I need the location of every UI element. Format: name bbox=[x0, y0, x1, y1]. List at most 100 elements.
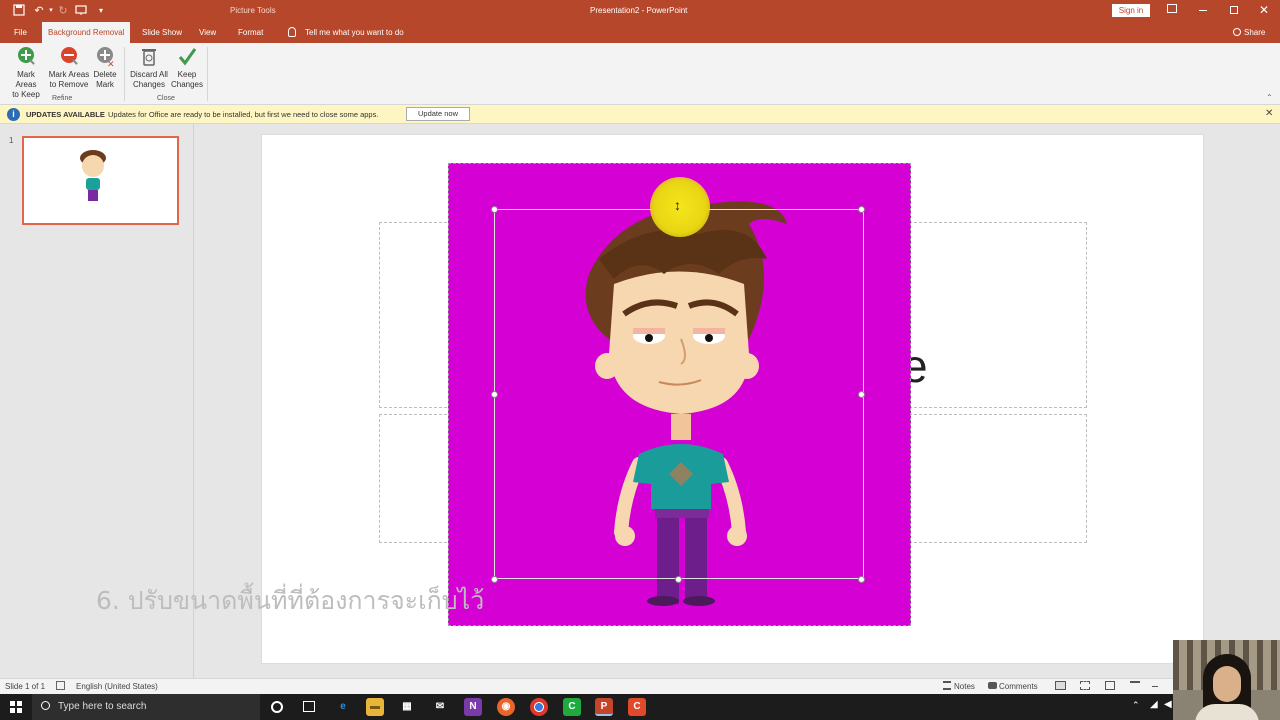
svg-text:✕: ✕ bbox=[107, 60, 115, 68]
resize-handle[interactable] bbox=[491, 391, 498, 398]
windows-taskbar: Type here to search e ▬ ▦ ✉ N ◉ C P C ⌃ … bbox=[0, 694, 1280, 720]
keep-changes-button[interactable]: Keep Changes bbox=[170, 46, 204, 90]
customize-toolbar-icon[interactable]: ▾ bbox=[94, 4, 108, 18]
group-separator bbox=[124, 47, 125, 101]
show-hidden-icons-icon[interactable]: ⌃ bbox=[1132, 700, 1140, 711]
camtasia-green-icon[interactable]: C bbox=[563, 698, 581, 716]
ribbon-tabs: File Background Removal Slide Show View … bbox=[0, 22, 1280, 43]
file-explorer-icon[interactable]: ▬ bbox=[366, 698, 384, 716]
tab-view[interactable]: View bbox=[193, 22, 222, 43]
onenote-icon[interactable]: N bbox=[464, 698, 482, 716]
save-icon[interactable] bbox=[12, 4, 26, 18]
slide-canvas[interactable]: e ↕ 6. ปรับขนาดพื้นที่ที่ต้องการจะเก็บไว… bbox=[96, 134, 1204, 664]
edge-icon[interactable]: e bbox=[334, 698, 352, 716]
language-indicator[interactable]: English (United States) bbox=[76, 682, 158, 691]
info-icon: i bbox=[7, 108, 20, 121]
share-button[interactable]: Share bbox=[1238, 22, 1271, 43]
notification-message: Updates for Office are ready to be insta… bbox=[108, 110, 379, 119]
comments-icon[interactable] bbox=[988, 682, 997, 689]
refine-group-label: Refine bbox=[52, 95, 73, 102]
cortana-icon[interactable] bbox=[271, 701, 283, 713]
plus-pencil-icon bbox=[18, 47, 35, 65]
zoom-out-icon[interactable] bbox=[1152, 686, 1158, 687]
minimize-icon[interactable] bbox=[1199, 10, 1207, 11]
picture-tools-label: Picture Tools bbox=[230, 6, 276, 15]
slide-sorter-icon[interactable] bbox=[1080, 681, 1090, 690]
delete-mark-icon: ✕ bbox=[97, 47, 115, 68]
resize-cursor-icon: ↕ bbox=[674, 197, 681, 213]
camtasia-recorder-icon[interactable]: C bbox=[628, 698, 646, 716]
resize-handle[interactable] bbox=[491, 206, 498, 213]
mark-areas-to-remove-button[interactable]: Mark Areas to Remove bbox=[48, 46, 90, 90]
update-now-button[interactable]: Update now bbox=[406, 107, 470, 121]
minus-pencil-icon bbox=[61, 47, 78, 65]
resize-handle[interactable] bbox=[675, 576, 682, 583]
close-window-icon[interactable]: ✕ bbox=[1259, 3, 1269, 17]
collapse-ribbon-icon[interactable]: ⌃ bbox=[1266, 93, 1273, 102]
slide-editing-area: e ↕ 6. ปรับขนาดพื้นที่ที่ต้องการจะเก็บไว… bbox=[96, 124, 1280, 678]
trash-icon bbox=[142, 49, 156, 66]
notes-button[interactable]: Notes bbox=[954, 682, 975, 691]
delete-mark-label-1: Delete bbox=[93, 70, 117, 79]
discard-label-1: Discard All bbox=[130, 70, 168, 79]
ribbon: Mark Areas to Keep Mark Areas to Remove … bbox=[0, 43, 1280, 105]
reading-view-icon[interactable] bbox=[1105, 681, 1115, 690]
tab-format[interactable]: Format bbox=[232, 22, 269, 43]
chrome-icon[interactable] bbox=[530, 698, 548, 716]
close-group-label: Close bbox=[157, 95, 175, 102]
sign-in-button[interactable]: Sign in bbox=[1112, 4, 1150, 17]
task-view-icon[interactable] bbox=[303, 701, 315, 712]
spelling-check-icon[interactable] bbox=[56, 681, 65, 690]
redo-icon[interactable]: ↻ bbox=[56, 4, 70, 18]
delete-mark-button[interactable]: ✕ Delete Mark bbox=[91, 46, 119, 90]
tab-file[interactable]: File bbox=[8, 22, 33, 43]
restore-icon[interactable] bbox=[1230, 6, 1238, 14]
mark-keep-label-1: Mark Areas bbox=[15, 70, 37, 89]
tab-slide-show[interactable]: Slide Show bbox=[136, 22, 188, 43]
powerpoint-icon[interactable]: P bbox=[595, 698, 613, 716]
ribbon-display-options-icon[interactable] bbox=[1167, 4, 1177, 13]
mark-areas-to-keep-button[interactable]: Mark Areas to Keep bbox=[6, 46, 46, 100]
character-thumbnail-image bbox=[80, 150, 106, 201]
status-bar: Slide 1 of 1 English (United States) Not… bbox=[0, 678, 1280, 694]
firefox-icon[interactable]: ◉ bbox=[497, 698, 515, 716]
webcam-overlay bbox=[1173, 640, 1280, 720]
volume-icon[interactable]: ◀ bbox=[1164, 699, 1172, 710]
keep-area-selection-box[interactable] bbox=[491, 206, 865, 583]
network-icon[interactable]: ◢ bbox=[1150, 699, 1158, 710]
mark-remove-label-2: to Remove bbox=[49, 80, 89, 89]
mark-keep-label-2: to Keep bbox=[12, 90, 40, 99]
taskbar-search-box[interactable]: Type here to search bbox=[32, 694, 260, 720]
window-title: Presentation2 - PowerPoint bbox=[590, 6, 688, 15]
notes-icon[interactable] bbox=[943, 681, 951, 690]
mail-icon[interactable]: ✉ bbox=[431, 698, 449, 716]
tab-background-removal[interactable]: Background Removal bbox=[42, 22, 131, 43]
mark-remove-label-1: Mark Areas bbox=[48, 70, 90, 79]
search-placeholder: Type here to search bbox=[58, 701, 147, 712]
slide-count: Slide 1 of 1 bbox=[5, 682, 46, 691]
resize-handle[interactable] bbox=[858, 206, 865, 213]
slide-thumbnail[interactable] bbox=[22, 136, 179, 225]
tutorial-caption: 6. ปรับขนาดพื้นที่ที่ต้องการจะเก็บไว้ bbox=[96, 586, 485, 615]
webcam-person-shirt bbox=[1195, 704, 1259, 720]
discard-all-changes-button[interactable]: Discard All Changes bbox=[128, 46, 170, 90]
comments-button[interactable]: Comments bbox=[999, 682, 1038, 691]
close-notification-icon[interactable]: ✕ bbox=[1265, 108, 1273, 119]
discard-label-2: Changes bbox=[132, 80, 166, 89]
store-icon[interactable]: ▦ bbox=[398, 698, 416, 716]
resize-handle[interactable] bbox=[858, 576, 865, 583]
start-from-beginning-icon[interactable] bbox=[74, 4, 88, 18]
keep-label-1: Keep bbox=[177, 70, 197, 79]
normal-view-icon[interactable] bbox=[1055, 681, 1066, 690]
windows-start-icon[interactable] bbox=[10, 701, 22, 713]
checkmark-icon bbox=[178, 48, 197, 66]
update-notification-bar: i UPDATES AVAILABLE Updates for Office a… bbox=[0, 105, 1280, 124]
resize-handle[interactable] bbox=[858, 391, 865, 398]
slide-number: 1 bbox=[9, 136, 14, 145]
tell-me-search[interactable]: Tell me what you want to do bbox=[299, 22, 410, 43]
slide-show-view-icon[interactable] bbox=[1130, 681, 1140, 690]
title-bar: ↶ ▾ ↻ ▾ Picture Tools Presentation2 - Po… bbox=[0, 0, 1280, 22]
keep-label-2: Changes bbox=[170, 80, 204, 89]
webcam-person-face bbox=[1213, 666, 1241, 702]
search-icon bbox=[41, 701, 50, 710]
